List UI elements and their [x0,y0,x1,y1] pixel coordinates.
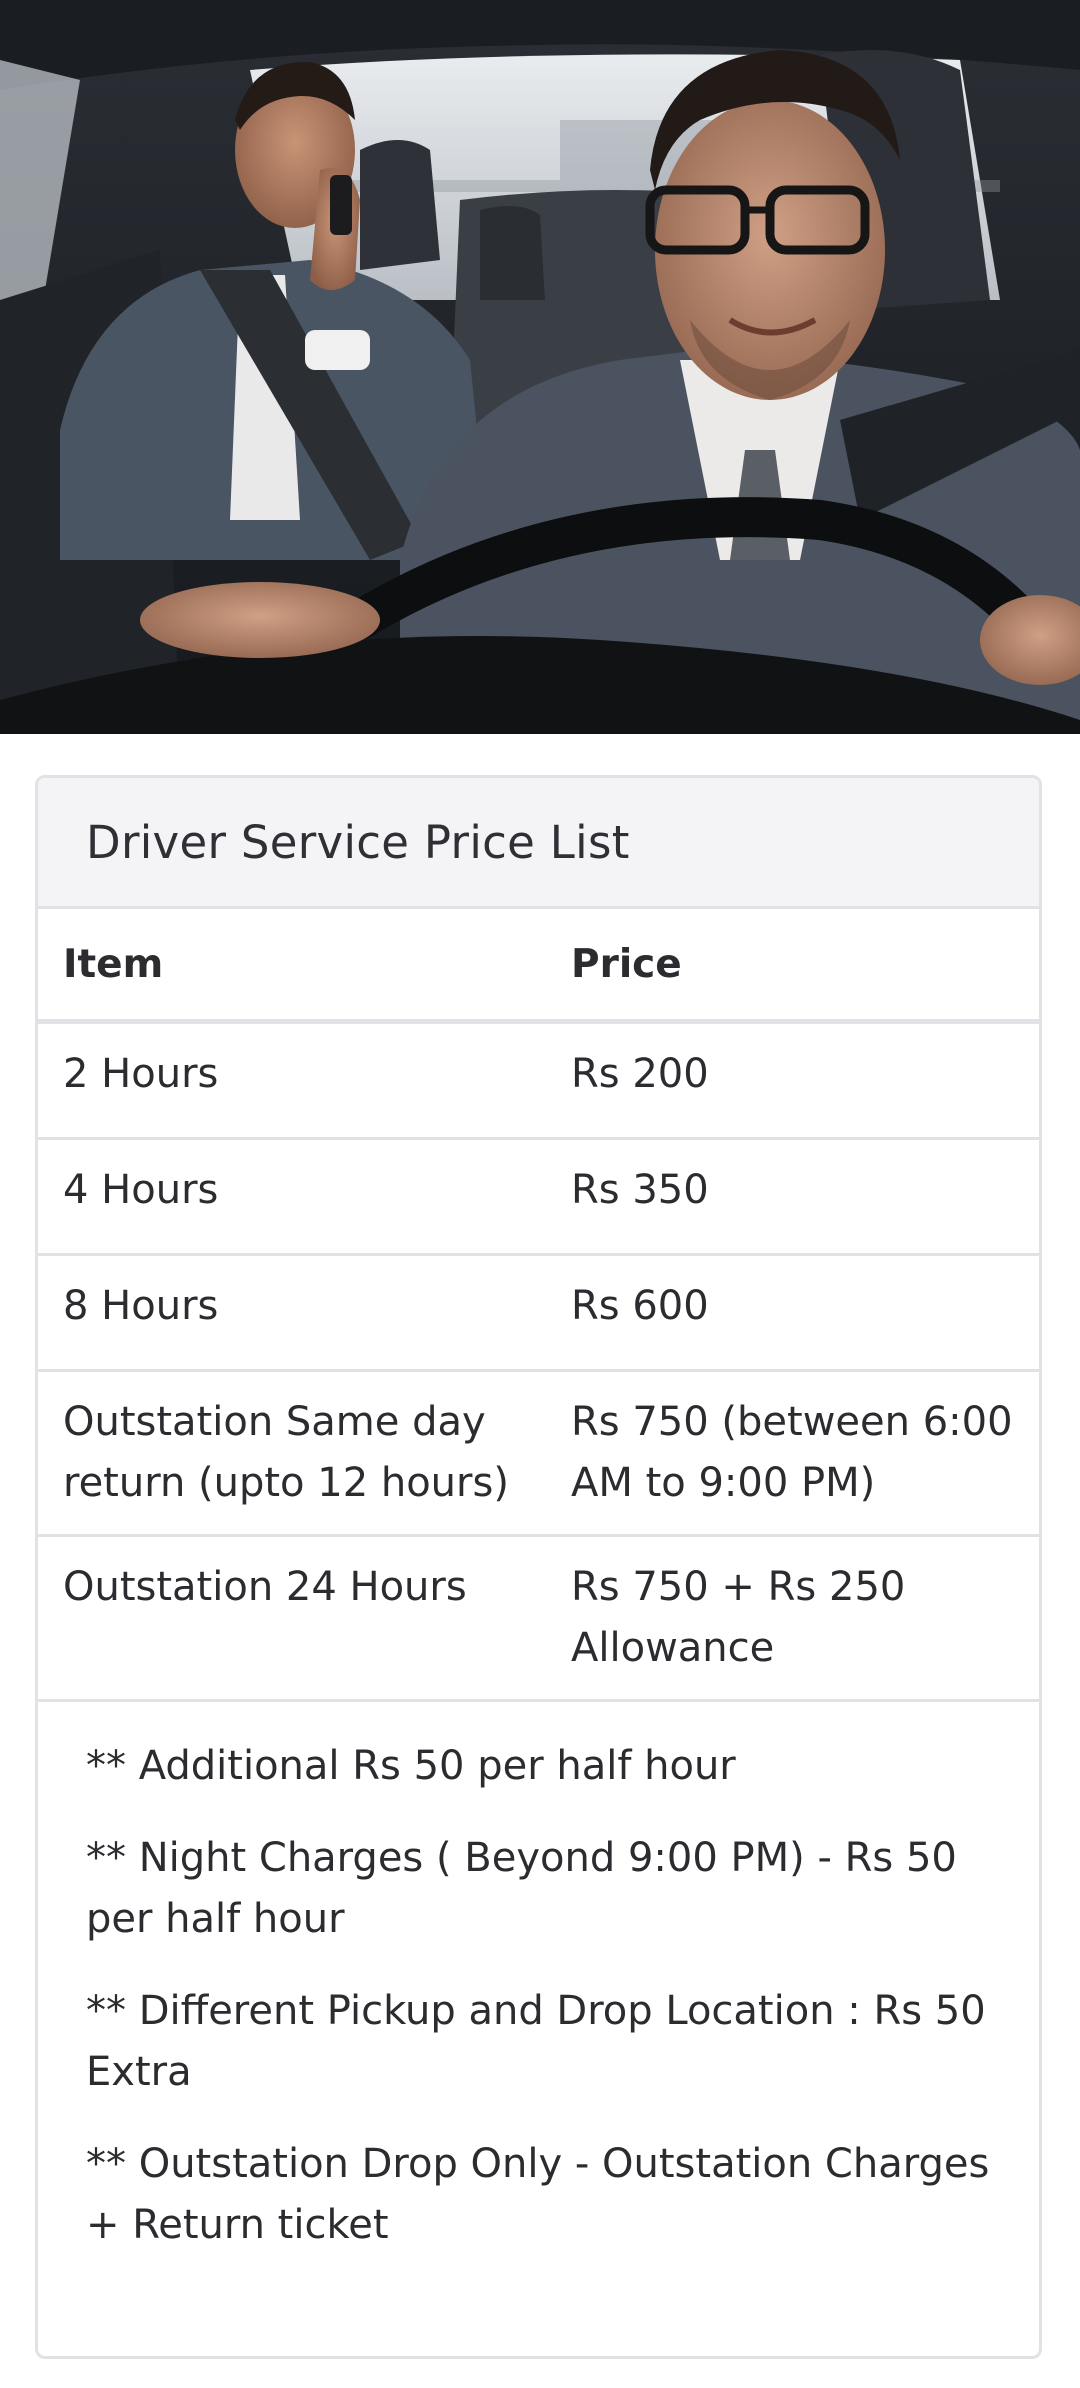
item-cell: 4 Hours [38,1138,571,1256]
column-header-item: Item [38,909,571,1024]
column-header-price: Price [571,909,1039,1024]
price-cell: Rs 200 [571,1021,1039,1140]
table-row: 8 Hours Rs 600 [38,1254,1039,1372]
table-row: 2 Hours Rs 200 [38,1021,1039,1140]
price-notes: ** Additional Rs 50 per half hour ** Nig… [38,1702,1039,2256]
note-different-location: ** Different Pickup and Drop Location : … [86,1988,986,2095]
price-cell: Rs 600 [571,1254,1039,1372]
note-night-charges: ** Night Charges ( Beyond 9:00 PM) - Rs … [86,1835,957,1942]
price-list-card: Driver Service Price List Item Price 2 H… [35,775,1042,2359]
note-additional-time: ** Additional Rs 50 per half hour [86,1743,736,1789]
card-title: Driver Service Price List [86,815,630,869]
table-row: Outstation Same day return (upto 12 hour… [38,1370,1039,1537]
item-cell: 8 Hours [38,1254,571,1372]
item-cell: 2 Hours [38,1021,571,1140]
table-header-row: Item Price [38,909,1039,1024]
price-cell: Rs 350 [571,1138,1039,1256]
price-table: Item Price 2 Hours Rs 200 4 Hours Rs 350… [38,909,1039,1702]
item-cell: Outstation 24 Hours [38,1535,571,1702]
table-row: 4 Hours Rs 350 [38,1138,1039,1256]
item-cell: Outstation Same day return (upto 12 hour… [38,1370,571,1537]
hero-image [0,0,1080,734]
price-cell: Rs 750 + Rs 250 Allowance [571,1535,1039,1702]
note-outstation-drop: ** Outstation Drop Only - Outstation Cha… [86,2141,990,2248]
price-cell: Rs 750 (between 6:00 AM to 9:00 PM) [571,1370,1039,1537]
card-header: Driver Service Price List [38,778,1039,909]
table-row: Outstation 24 Hours Rs 750 + Rs 250 Allo… [38,1535,1039,1702]
